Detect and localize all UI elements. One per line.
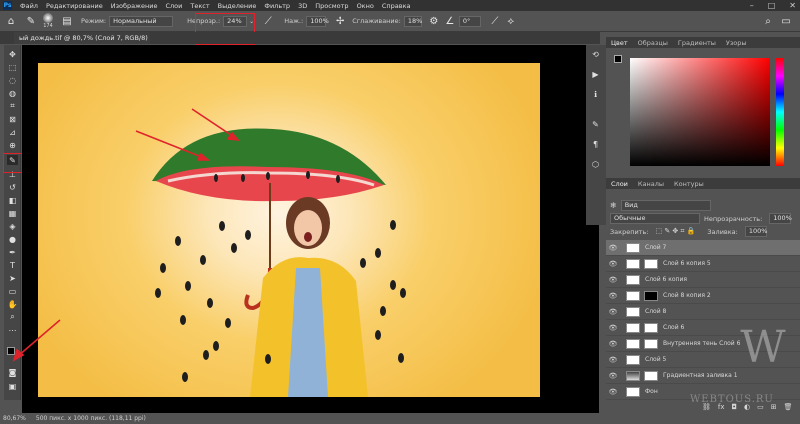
layer-mask-thumbnail bbox=[644, 258, 658, 269]
tab-gradients[interactable]: Градиенты bbox=[673, 39, 721, 47]
play-panel-icon[interactable]: ▶ bbox=[590, 69, 601, 79]
tab-layers[interactable]: Слои bbox=[606, 180, 633, 188]
tab-paths[interactable]: Контуры bbox=[669, 180, 709, 188]
lock-icon[interactable]: ⬚ ✎ ✥ ⌗ 🔒 bbox=[655, 227, 695, 236]
layer-mask-thumbnail bbox=[644, 322, 658, 333]
visibility-eye-icon[interactable]: 👁 bbox=[606, 372, 620, 380]
layers-panel-tabs: Слои Каналы Контуры bbox=[606, 178, 800, 189]
trash-icon[interactable]: 🗑 bbox=[784, 403, 793, 411]
document-size: 500 пикс. x 1000 пикс. (118,11 ppi) bbox=[35, 415, 146, 422]
hue-slider[interactable] bbox=[776, 58, 784, 166]
layer-name: Фон bbox=[645, 388, 658, 395]
tab-color[interactable]: Цвет bbox=[606, 39, 633, 47]
layer-mask-thumbnail bbox=[644, 338, 658, 349]
panel-icon-strip: ⟲ ▶ ℹ ✎ ¶ ⬡ bbox=[586, 45, 606, 225]
layer-name: Градиентная заливка 1 bbox=[663, 372, 738, 379]
layer-name: Слой 5 bbox=[645, 356, 667, 363]
tab-channels[interactable]: Каналы bbox=[633, 180, 669, 188]
layer-thumbnail bbox=[626, 290, 640, 301]
layer-name: Внутренняя тень Слой 6 bbox=[663, 340, 741, 347]
layer-row[interactable]: 👁 Слой 8 копия 2 bbox=[606, 288, 800, 304]
visibility-eye-icon[interactable]: 👁 bbox=[606, 356, 620, 364]
watermark-text: WEBTOUS.RU bbox=[690, 394, 774, 405]
history-panel-icon[interactable]: ⟲ bbox=[590, 49, 601, 59]
status-bar: 80,67% 500 пикс. x 1000 пикс. (118,11 pp… bbox=[0, 413, 800, 424]
layer-mask-thumbnail bbox=[644, 370, 658, 381]
layer-thumbnail bbox=[626, 258, 640, 269]
lock-label: Закрепить: bbox=[610, 227, 649, 236]
brush-panel-icon[interactable]: ✎ bbox=[590, 119, 601, 129]
fill-label: Заливка: bbox=[707, 227, 738, 236]
layer-name: Слой 7 bbox=[645, 244, 667, 251]
tab-swatches[interactable]: Образцы bbox=[633, 39, 673, 47]
watermark-logo: W bbox=[740, 322, 786, 373]
fill-input[interactable]: 100% bbox=[744, 226, 767, 237]
layer-filter-row: ❄ Вид bbox=[610, 200, 711, 211]
layer-row[interactable]: 👁 Слой 6 копия 5 bbox=[606, 256, 800, 272]
layer-thumbnail bbox=[626, 354, 640, 365]
layer-thumbnail bbox=[626, 338, 640, 349]
blend-mode-select[interactable]: Обычные bbox=[610, 213, 700, 224]
layer-thumbnail bbox=[626, 274, 640, 285]
layer-opacity-label: Непрозрачность: bbox=[704, 214, 763, 223]
blend-row: Обычные Непрозрачность: 100% bbox=[610, 213, 796, 224]
layer-name: Слой 6 bbox=[663, 324, 685, 331]
visibility-eye-icon[interactable]: 👁 bbox=[606, 244, 620, 252]
layer-filter-select[interactable]: Вид bbox=[620, 200, 711, 211]
color-foreground-swatch[interactable] bbox=[614, 55, 622, 63]
visibility-eye-icon[interactable]: 👁 bbox=[606, 276, 620, 284]
visibility-eye-icon[interactable]: 👁 bbox=[606, 324, 620, 332]
paragraph-panel-icon[interactable]: ¶ bbox=[590, 139, 601, 149]
color-panel-tabs: Цвет Образцы Градиенты Узоры bbox=[606, 37, 800, 48]
layer-opacity-input[interactable]: 100% bbox=[769, 213, 792, 224]
layer-thumbnail bbox=[626, 322, 640, 333]
layer-thumbnail bbox=[626, 370, 640, 381]
layer-thumbnail bbox=[626, 386, 640, 397]
layer-row[interactable]: 👁 Слой 6 копия bbox=[606, 272, 800, 288]
layer-row[interactable]: 👁 Слой 7 bbox=[606, 240, 800, 256]
visibility-eye-icon[interactable]: 👁 bbox=[606, 340, 620, 348]
visibility-eye-icon[interactable]: 👁 bbox=[606, 388, 620, 396]
visibility-eye-icon[interactable]: 👁 bbox=[606, 260, 620, 268]
layer-name: Слой 6 копия bbox=[645, 276, 687, 283]
layer-name: Слой 8 bbox=[645, 308, 667, 315]
3d-panel-icon[interactable]: ⬡ bbox=[590, 159, 601, 169]
info-panel-icon[interactable]: ℹ bbox=[590, 89, 601, 99]
tab-patterns[interactable]: Узоры bbox=[721, 39, 752, 47]
layer-row[interactable]: 👁 Слой 8 bbox=[606, 304, 800, 320]
filter-icon: ❄ bbox=[610, 201, 617, 210]
layer-thumbnail bbox=[626, 242, 640, 253]
zoom-level[interactable]: 80,67% bbox=[3, 415, 26, 422]
lock-row: Закрепить: ⬚ ✎ ✥ ⌗ 🔒 Заливка: 100% bbox=[610, 226, 796, 237]
color-picker-field[interactable] bbox=[630, 58, 770, 166]
layer-mask-thumbnail bbox=[644, 290, 658, 301]
visibility-eye-icon[interactable]: 👁 bbox=[606, 308, 620, 316]
layer-name: Слой 6 копия 5 bbox=[663, 260, 711, 267]
visibility-eye-icon[interactable]: 👁 bbox=[606, 292, 620, 300]
layer-thumbnail bbox=[626, 306, 640, 317]
layer-name: Слой 8 копия 2 bbox=[663, 292, 711, 299]
